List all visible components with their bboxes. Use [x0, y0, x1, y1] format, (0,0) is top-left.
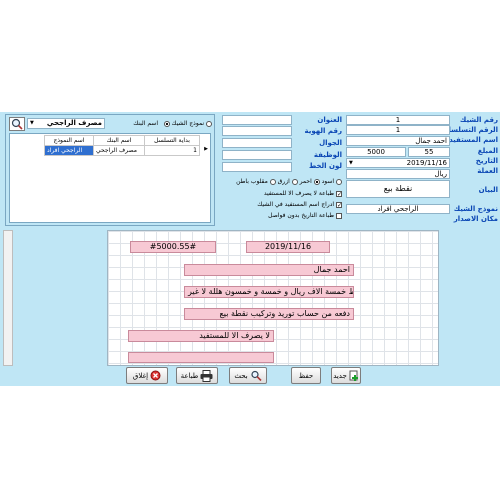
save-button[interactable]: حفظ	[291, 367, 321, 384]
radio-by-bank-dot[interactable]	[206, 120, 212, 127]
bank-panel: ▼ مصرف الراجحي نموذج الشيك اسم البنك ▶ ا…	[5, 114, 215, 226]
check-insert-name-box[interactable]: ✓	[336, 201, 342, 208]
preview-date-box[interactable]: 2019/11/16	[246, 241, 330, 253]
print-options-group: اسود احمر ازرق مقلوب باطن طباعة لا يصرف …	[220, 175, 344, 225]
search-button[interactable]: بحث	[229, 367, 267, 384]
radio-red[interactable]: احمر	[291, 178, 312, 185]
exit-icon	[150, 370, 161, 381]
date-value: 2019/11/16	[406, 159, 447, 167]
label-job: الوظيفة	[313, 151, 342, 159]
statement-input[interactable]: نقطة بيع	[346, 180, 450, 198]
templates-table: اسم النموذج اسم البنك بداية التسلسل الرا…	[44, 135, 200, 156]
new-button[interactable]: جديد	[331, 367, 361, 384]
search-icon	[11, 118, 23, 130]
mobile-input[interactable]	[222, 138, 292, 148]
check-insert-name[interactable]: ادراج اسم المستفيد في الشيك ✓	[222, 201, 342, 208]
check-date-no-sep-box[interactable]	[336, 212, 342, 219]
radio-by-template[interactable]: نموذج الشيك	[163, 120, 204, 127]
cheque-preview: #5000.55# 2019/11/16 احمد جمال فقط خمسة …	[107, 230, 439, 366]
row-pointer-icon: ▶	[204, 146, 208, 152]
preview-payee[interactable]: احمد جمال	[184, 264, 354, 276]
cheque-printing-window: رقم الشيك الرقم التسلسلي اسم المستفيد ال…	[0, 112, 500, 386]
col-serial-start: بداية التسلسل	[144, 135, 200, 146]
line-color-radios: اسود احمر ازرق مقلوب باطن	[222, 178, 342, 185]
beneficiary-value: احمد جمال	[415, 137, 447, 145]
preview-memo[interactable]: دفعه من حساب توريد وتركيب نقطة بيع	[184, 308, 354, 320]
left-scrollbar[interactable]	[3, 230, 13, 366]
chevron-down-icon[interactable]: ▼	[30, 119, 34, 128]
radio-blue-dot[interactable]	[269, 178, 276, 185]
job-input[interactable]	[222, 150, 292, 160]
radio-inverted-dot[interactable]	[336, 178, 342, 185]
print-button[interactable]: طباعة	[176, 367, 218, 384]
address-input[interactable]	[222, 115, 292, 125]
col-template-name: اسم النموذج	[44, 135, 94, 146]
cell-serial-start[interactable]: 1	[144, 145, 200, 156]
cell-template-name[interactable]: الراجحي افراد	[44, 145, 94, 156]
close-button[interactable]: إغلاق	[126, 367, 168, 384]
serial-no-input[interactable]: 1	[346, 125, 450, 135]
check-payee-only[interactable]: طباعة لا يصرف الا للمستفيد ✓	[222, 190, 342, 197]
templates-grid: ▶ اسم النموذج اسم البنك بداية التسلسل ال…	[9, 133, 211, 223]
search-mode-radios: نموذج الشيك اسم البنك	[110, 120, 212, 127]
cell-bank-name[interactable]: مصرف الراجحي	[93, 145, 145, 156]
bank-select[interactable]: ▼ مصرف الراجحي	[27, 118, 105, 129]
label-line-color: لون الخط	[309, 162, 342, 170]
radio-black[interactable]: اسود	[313, 178, 334, 185]
table-row[interactable]: الراجحي افراد مصرف الراجحي 1	[44, 145, 200, 156]
check-payee-only-box[interactable]: ✓	[336, 190, 342, 197]
check-date-no-sep[interactable]: طباعة التاريخ بدون فواصل	[222, 212, 342, 219]
label-address: العنوان	[317, 116, 342, 124]
amount-fraction-input[interactable]: 55	[408, 147, 450, 157]
currency-select[interactable]: ريال	[346, 169, 450, 179]
preview-amount-box[interactable]: #5000.55#	[130, 241, 216, 253]
chevron-down-icon[interactable]: ▼	[349, 159, 353, 167]
label-issue-place: مكان الاصدار	[453, 215, 498, 223]
amount-input[interactable]: 5000	[346, 147, 406, 157]
printer-icon	[200, 369, 213, 382]
preview-amount-words[interactable]: فقط خمسة الاف ريال و خمسة و خمسون هللة ل…	[184, 286, 354, 298]
preview-crossing[interactable]: لا يصرف الا للمستفيد	[128, 330, 274, 342]
search-bank-button[interactable]	[9, 117, 25, 131]
col-bank-name: اسم البنك	[93, 135, 145, 146]
currency-value: ريال	[434, 170, 447, 178]
date-picker[interactable]: ▼ 2019/11/16	[346, 158, 450, 168]
bank-select-value: مصرف الراجحي	[46, 119, 102, 127]
template-input[interactable]: الراجحي افراد	[346, 204, 450, 214]
id-no-input[interactable]	[222, 126, 292, 136]
label-mobile: الجوال	[319, 139, 342, 147]
cheque-no-input[interactable]: 1	[346, 115, 450, 125]
search-icon	[251, 370, 262, 381]
line-color-input[interactable]	[222, 162, 292, 172]
radio-black-dot[interactable]	[313, 178, 320, 185]
beneficiary-input[interactable]: احمد جمال	[346, 136, 450, 146]
label-id-no: رقم الهوية	[304, 127, 342, 135]
radio-red-dot[interactable]	[291, 178, 298, 185]
radio-by-template-dot[interactable]	[163, 120, 170, 127]
radio-blue[interactable]: ازرق	[269, 178, 290, 185]
new-document-icon	[349, 370, 358, 381]
preview-empty-field[interactable]	[128, 352, 274, 363]
